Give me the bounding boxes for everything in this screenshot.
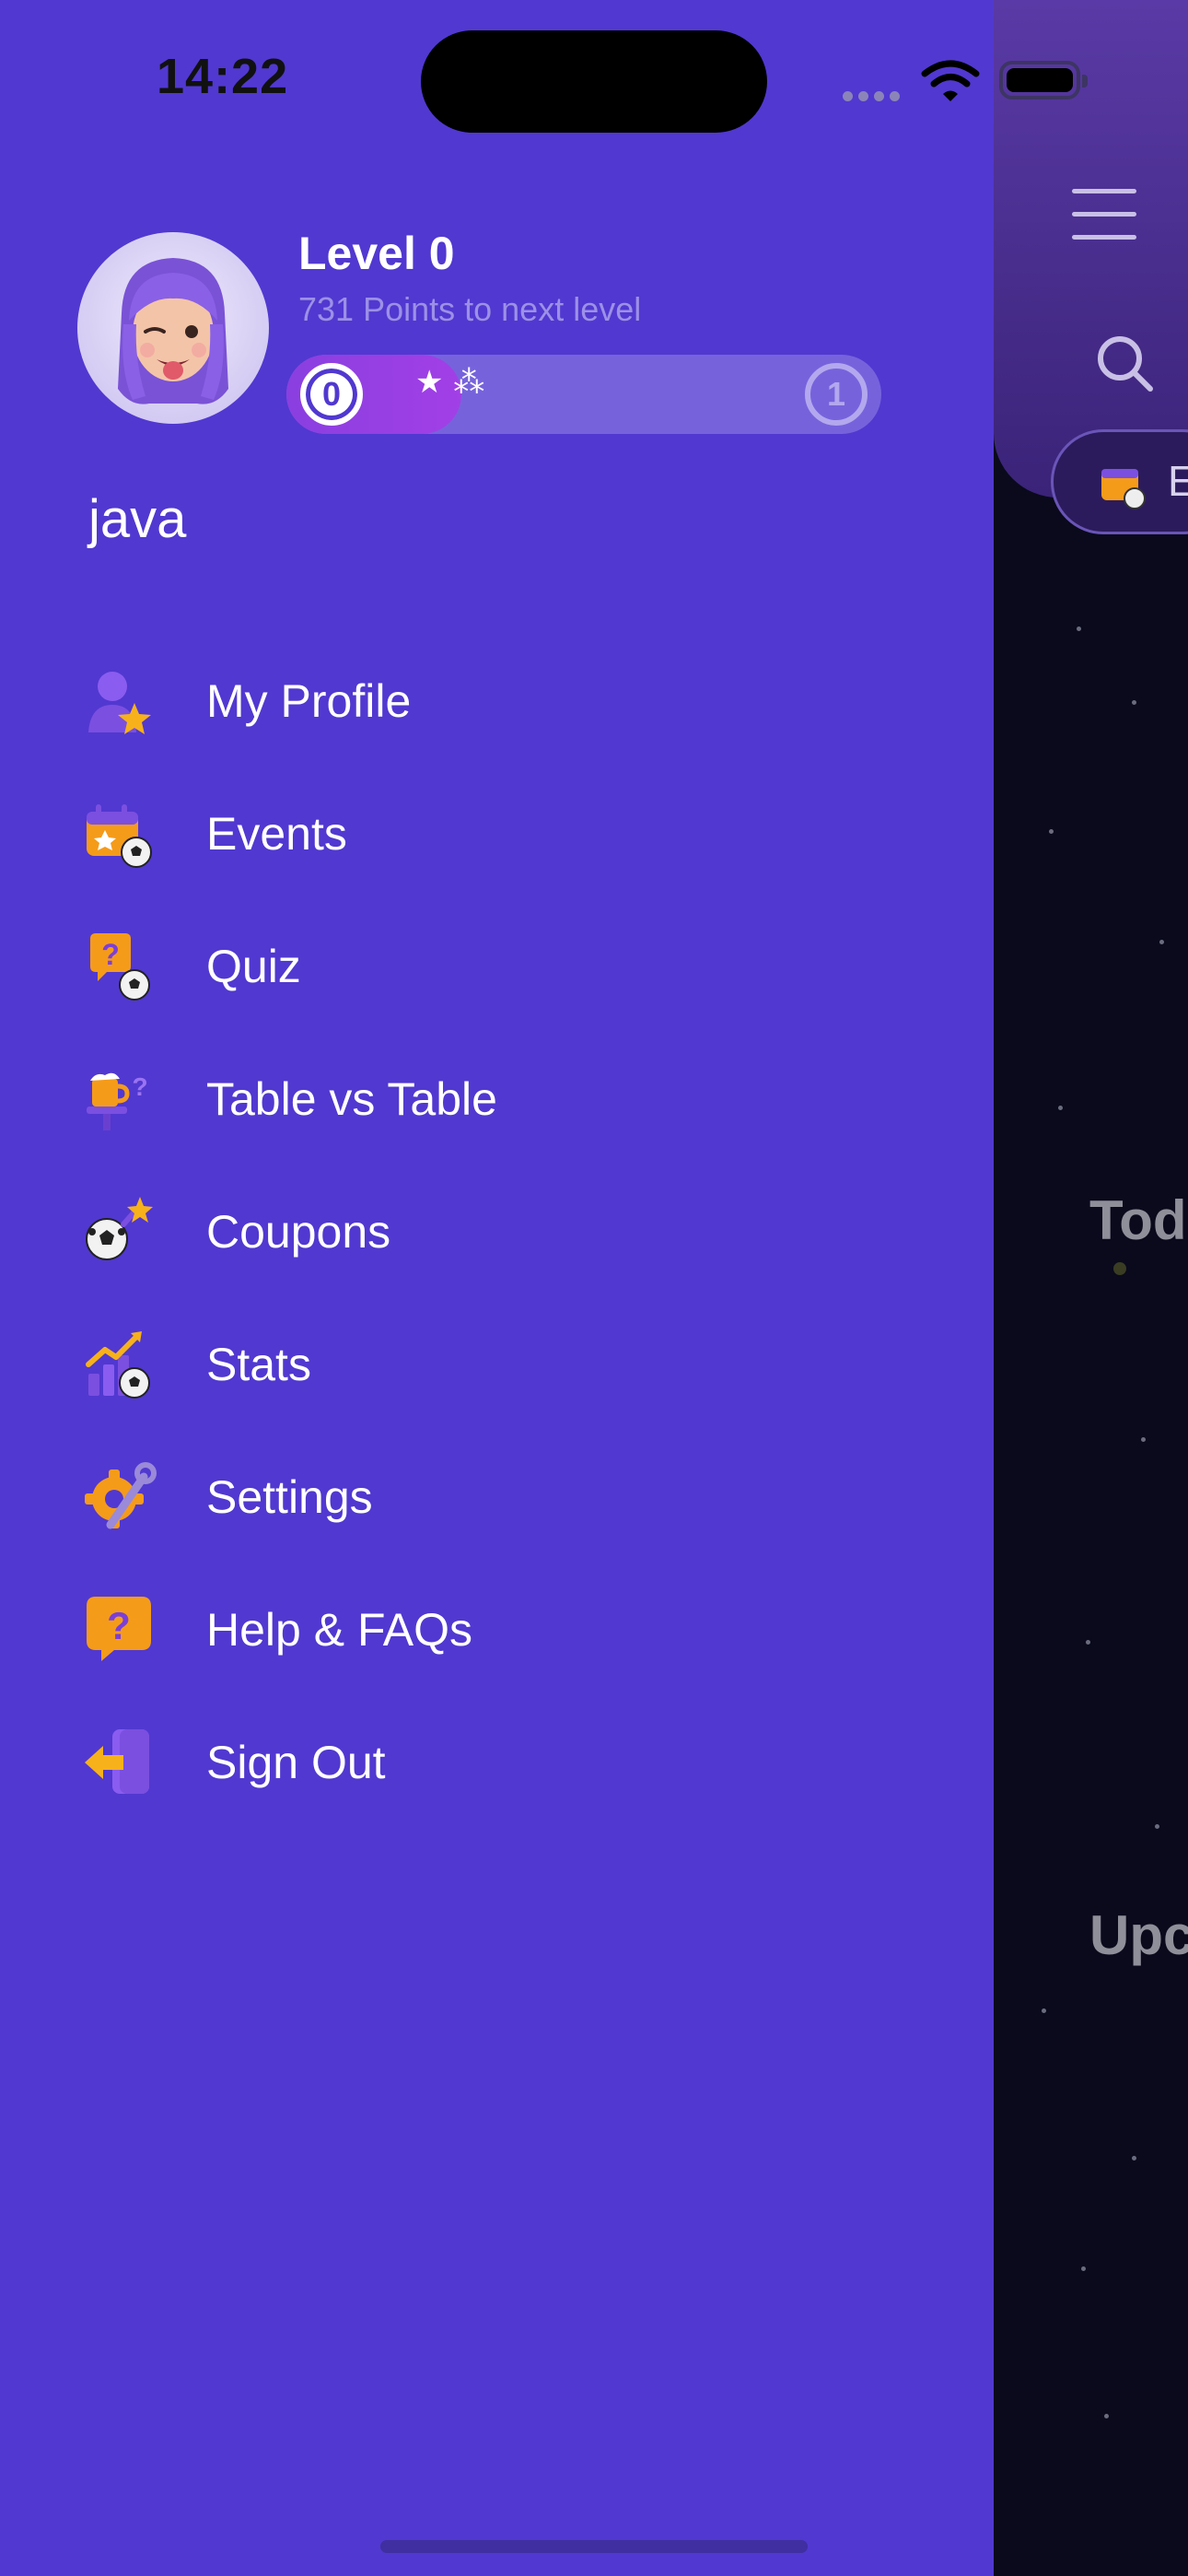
- profile-star-icon: [88, 672, 151, 734]
- level-progress-bar: ★ ⁂ 0 1: [286, 355, 881, 434]
- level-title: Level 0: [298, 228, 455, 279]
- current-level-badge: 0: [300, 363, 363, 426]
- menu-item-quiz[interactable]: ? Quiz: [83, 916, 912, 1017]
- question-ball-icon: ?: [90, 933, 150, 1001]
- menu-item-label: Sign Out: [206, 1737, 386, 1788]
- chip-label: E: [1168, 457, 1188, 505]
- chart-ball-icon: [86, 1331, 150, 1399]
- side-drawer: Level 0 731 Points to next level ★ ⁂ 0 1…: [0, 0, 994, 2576]
- menu-item-label: Table vs Table: [206, 1073, 497, 1125]
- menu-item-settings[interactable]: Settings: [83, 1446, 912, 1548]
- menu-item-events[interactable]: Events: [83, 783, 912, 884]
- wifi-icon: [921, 60, 980, 101]
- menu-item-label: Stats: [206, 1339, 311, 1390]
- menu-item-label: Events: [206, 808, 347, 860]
- gear-wrench-icon: [85, 1462, 157, 1529]
- avatar[interactable]: [77, 232, 269, 424]
- menu-item-label: Help & FAQs: [206, 1604, 472, 1656]
- username: java: [88, 489, 187, 549]
- menu-item-table-vs-table[interactable]: ? Table vs Table: [83, 1048, 912, 1150]
- calendar-ball-icon: [1101, 469, 1146, 509]
- home-indicator[interactable]: [380, 2540, 808, 2553]
- hamburger-menu-icon[interactable]: [1072, 189, 1136, 242]
- search-icon[interactable]: [1095, 334, 1154, 392]
- svg-text:?: ?: [132, 1072, 147, 1101]
- menu-item-label: Coupons: [206, 1206, 391, 1258]
- status-bar-time: 14:22: [157, 49, 289, 104]
- memoji-avatar-image: [118, 258, 228, 404]
- ball-sparkle-icon: [86, 1197, 153, 1260]
- svg-text:?: ?: [107, 1604, 131, 1647]
- sparkle-icon: ★ ⁂: [415, 364, 485, 401]
- section-heading-upcoming: Upc: [1089, 1904, 1188, 1966]
- next-level-badge: 1: [805, 363, 868, 426]
- menu-item-label: My Profile: [206, 675, 412, 727]
- sign-out-icon: [85, 1729, 149, 1794]
- menu-item-coupons[interactable]: Coupons: [83, 1181, 912, 1282]
- events-filter-chip[interactable]: E: [1051, 429, 1188, 534]
- calendar-ball-icon: [87, 804, 152, 868]
- points-to-next-level: 731 Points to next level: [298, 290, 642, 328]
- menu-item-label: Settings: [206, 1471, 373, 1523]
- menu-item-help-faqs[interactable]: ? Help & FAQs: [83, 1579, 912, 1680]
- background-app-screen: E Tod Upc: [994, 0, 1188, 2576]
- svg-text:?: ?: [101, 938, 120, 971]
- dynamic-island: [421, 30, 767, 133]
- menu-item-my-profile[interactable]: My Profile: [83, 650, 912, 752]
- menu-item-sign-out[interactable]: Sign Out: [83, 1712, 912, 1813]
- beer-table-icon: ?: [87, 1072, 148, 1130]
- cellular-signal-icon: [843, 88, 905, 105]
- menu-item-stats[interactable]: Stats: [83, 1314, 912, 1415]
- menu-item-label: Quiz: [206, 941, 301, 992]
- battery-icon: [999, 61, 1088, 100]
- section-heading-today: Tod: [1089, 1189, 1187, 1251]
- help-bubble-icon: ?: [87, 1597, 151, 1661]
